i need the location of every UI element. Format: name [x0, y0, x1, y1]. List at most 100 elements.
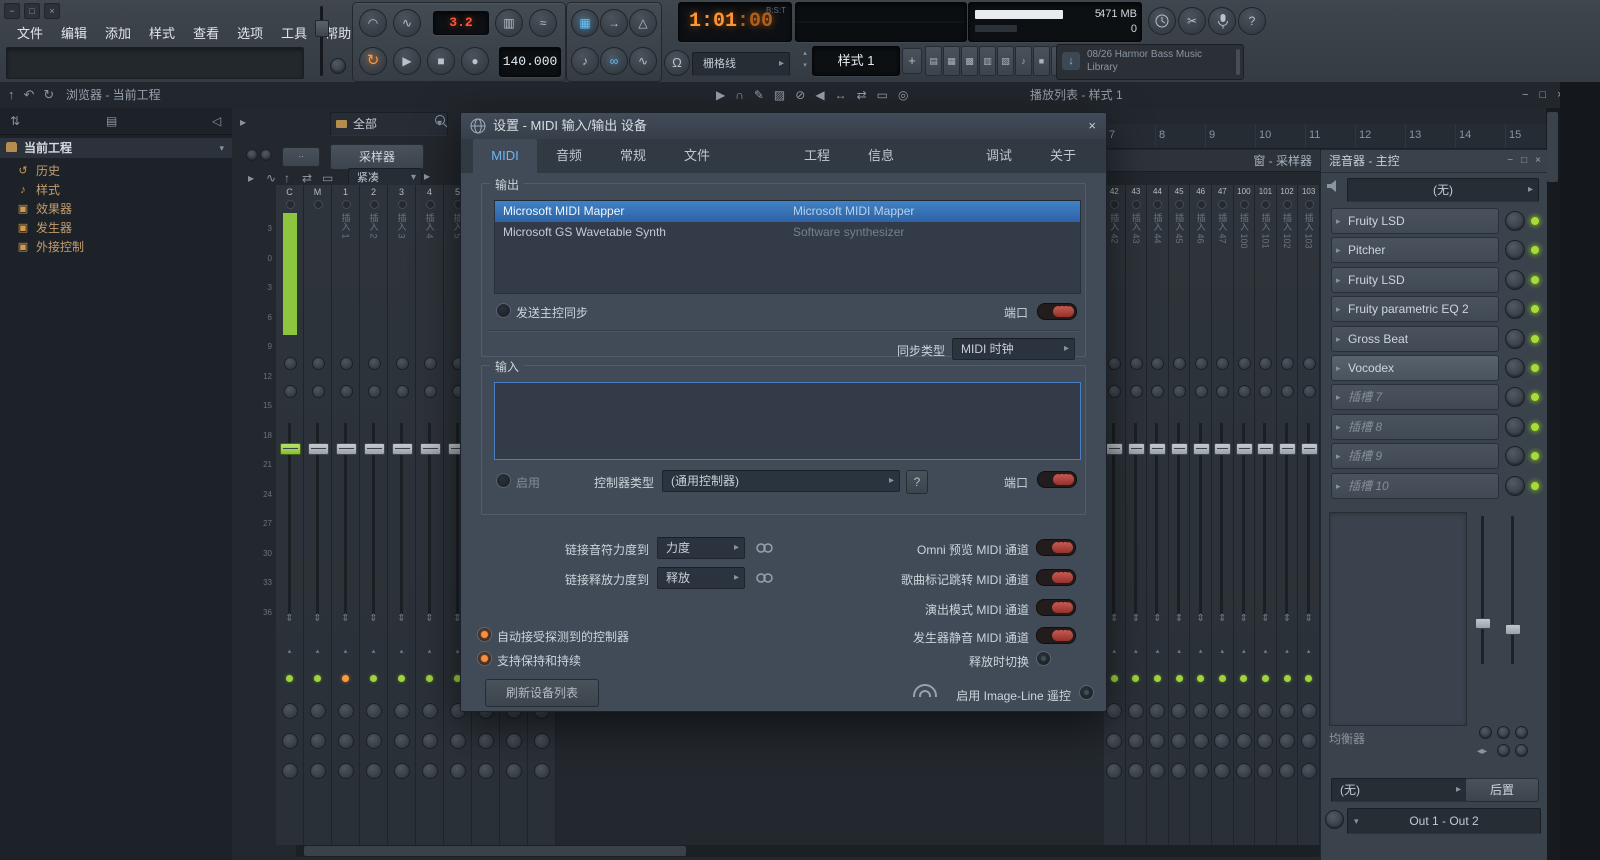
strip-led[interactable]: [1153, 200, 1162, 209]
strip-label[interactable]: 插入 43: [1129, 213, 1143, 335]
strip-led[interactable]: [342, 200, 351, 209]
strip-knob[interactable]: [282, 733, 298, 749]
strip-knob[interactable]: [1149, 763, 1165, 779]
strip-enable-led[interactable]: [1132, 675, 1139, 682]
effect-slot-selector[interactable]: Pitcher: [1331, 237, 1499, 263]
eq-knob[interactable]: [1479, 726, 1492, 739]
effect-slot-selector[interactable]: 插槽 9: [1331, 443, 1499, 469]
typing-keyboard-icon[interactable]: ▦: [571, 9, 599, 37]
strip-knob[interactable]: [1193, 763, 1209, 779]
strip-arrow-icon[interactable]: ▴: [276, 647, 303, 655]
strip-fader-handle[interactable]: [420, 443, 441, 455]
blend-notes-icon[interactable]: ∿: [629, 47, 657, 75]
strip-knob[interactable]: [424, 357, 437, 370]
strip-knob[interactable]: [368, 357, 381, 370]
effect-enable-led[interactable]: [1530, 304, 1540, 314]
strip-led[interactable]: [314, 200, 323, 209]
menu-item[interactable]: 编辑: [52, 24, 96, 44]
strip-knob[interactable]: [1216, 385, 1229, 398]
strip-knob[interactable]: [1108, 357, 1121, 370]
strip-fader-handle[interactable]: [392, 443, 413, 455]
strip-led[interactable]: [1283, 200, 1292, 209]
strip-knob[interactable]: [1303, 357, 1316, 370]
strip-knob[interactable]: [1151, 357, 1164, 370]
strip-led[interactable]: [370, 200, 379, 209]
strip-route-arrows[interactable]: ⇕: [1190, 613, 1211, 624]
strip-knob[interactable]: [422, 763, 438, 779]
mixer-horizontal-scrollbar[interactable]: [296, 845, 1320, 857]
effect-slot-selector[interactable]: Fruity LSD: [1331, 267, 1499, 293]
effect-slot[interactable]: Gross Beat: [1331, 326, 1541, 352]
strip-arrow-icon[interactable]: ▴: [1126, 647, 1147, 655]
strip-led[interactable]: [1175, 200, 1184, 209]
strip-enable-led[interactable]: [1305, 675, 1312, 682]
output-device-list[interactable]: Microsoft MIDI Mapper Microsoft MIDI Map…: [494, 200, 1081, 294]
strip-knob[interactable]: [1193, 733, 1209, 749]
step-edit-icon[interactable]: →: [600, 9, 628, 37]
strip-knob[interactable]: [1151, 385, 1164, 398]
strip-pan-knob[interactable]: [282, 703, 298, 719]
strip-knob[interactable]: [1171, 763, 1187, 779]
controller-type-dropdown[interactable]: (通用控制器)▸: [662, 470, 900, 492]
rack-filter-selector[interactable]: 全部▾: [330, 112, 448, 136]
oscilloscope-icon[interactable]: ◠: [359, 9, 387, 37]
strip-enable-led[interactable]: [398, 675, 405, 682]
strip-knob[interactable]: [1257, 733, 1273, 749]
strip-knob[interactable]: [478, 733, 494, 749]
strip-knob[interactable]: [1301, 763, 1317, 779]
strip-pan-knob[interactable]: [366, 703, 382, 719]
strip-arrow-icon[interactable]: ▴: [360, 647, 387, 655]
strip-knob[interactable]: [1214, 733, 1230, 749]
strip-knob[interactable]: [1173, 357, 1186, 370]
strip-knob[interactable]: [310, 733, 326, 749]
main-pitch-knob[interactable]: [330, 58, 346, 74]
window-button-icon[interactable]: □: [24, 3, 40, 19]
strip-enable-led[interactable]: [426, 675, 433, 682]
output-device-selector[interactable]: ▾ Out 1 - Out 2: [1347, 808, 1541, 834]
rack-led[interactable]: [246, 149, 258, 161]
strip-route-arrows[interactable]: ⇕: [1126, 613, 1147, 624]
effect-slot[interactable]: 插槽 8: [1331, 414, 1541, 440]
strip-knob[interactable]: [394, 733, 410, 749]
strip-knob[interactable]: [312, 385, 325, 398]
window-toggle-button[interactable]: ▤: [925, 46, 942, 76]
note-velocity-dropdown[interactable]: 力度▸: [657, 537, 745, 559]
refresh-device-list-button[interactable]: 刷新设备列表: [485, 679, 599, 707]
strip-enable-led[interactable]: [1219, 675, 1226, 682]
effect-slot[interactable]: Fruity LSD: [1331, 208, 1541, 234]
strip-route-arrows[interactable]: ⇕: [1298, 613, 1319, 624]
menu-item[interactable]: 选项: [228, 24, 272, 44]
strip-arrow-icon[interactable]: ▴: [1255, 647, 1276, 655]
window-toggle-button[interactable]: ■: [1033, 46, 1050, 76]
strip-led[interactable]: [1305, 200, 1314, 209]
effect-enable-led[interactable]: [1530, 334, 1540, 344]
record-button[interactable]: ●: [461, 47, 489, 75]
rack-arrow-icon[interactable]: ▸: [240, 115, 246, 129]
add-pattern-button[interactable]: +: [902, 48, 922, 74]
strip-led[interactable]: [1110, 200, 1119, 209]
strip-enable-led[interactable]: [286, 675, 293, 682]
strip-route-arrows[interactable]: ⇕: [1147, 613, 1168, 624]
stop-button[interactable]: ■: [427, 47, 455, 75]
strip-knob[interactable]: [1236, 763, 1252, 779]
effect-mix-knob[interactable]: [1505, 240, 1525, 260]
strip-pan-knob[interactable]: [1236, 703, 1252, 719]
window-button-icon[interactable]: ×: [44, 3, 60, 19]
strip-enable-led[interactable]: [1176, 675, 1183, 682]
strip-label[interactable]: 插入 44: [1150, 213, 1164, 335]
menu-item[interactable]: 查看: [184, 24, 228, 44]
strip-knob[interactable]: [1128, 763, 1144, 779]
strip-pan-knob[interactable]: [1301, 703, 1317, 719]
strip-knob[interactable]: [1214, 763, 1230, 779]
mixer-strip[interactable]: 1 插入 1 ⇕ ▴: [332, 185, 360, 845]
strip-fader-handle[interactable]: [280, 443, 301, 455]
spectrum-icon[interactable]: ▥: [495, 9, 523, 37]
strip-pan-knob[interactable]: [1149, 703, 1165, 719]
strip-label[interactable]: 插入 45: [1172, 213, 1186, 335]
mixer-strip[interactable]: 44 插入 44 ⇕ ▴: [1147, 185, 1169, 845]
effect-mix-knob[interactable]: [1505, 211, 1525, 231]
strip-route-arrows[interactable]: ⇕: [1169, 613, 1190, 624]
menu-item[interactable]: 工具: [272, 24, 316, 44]
output-routing-icon[interactable]: [1325, 810, 1344, 829]
effect-slot-selector[interactable]: 插槽 10: [1331, 473, 1499, 499]
